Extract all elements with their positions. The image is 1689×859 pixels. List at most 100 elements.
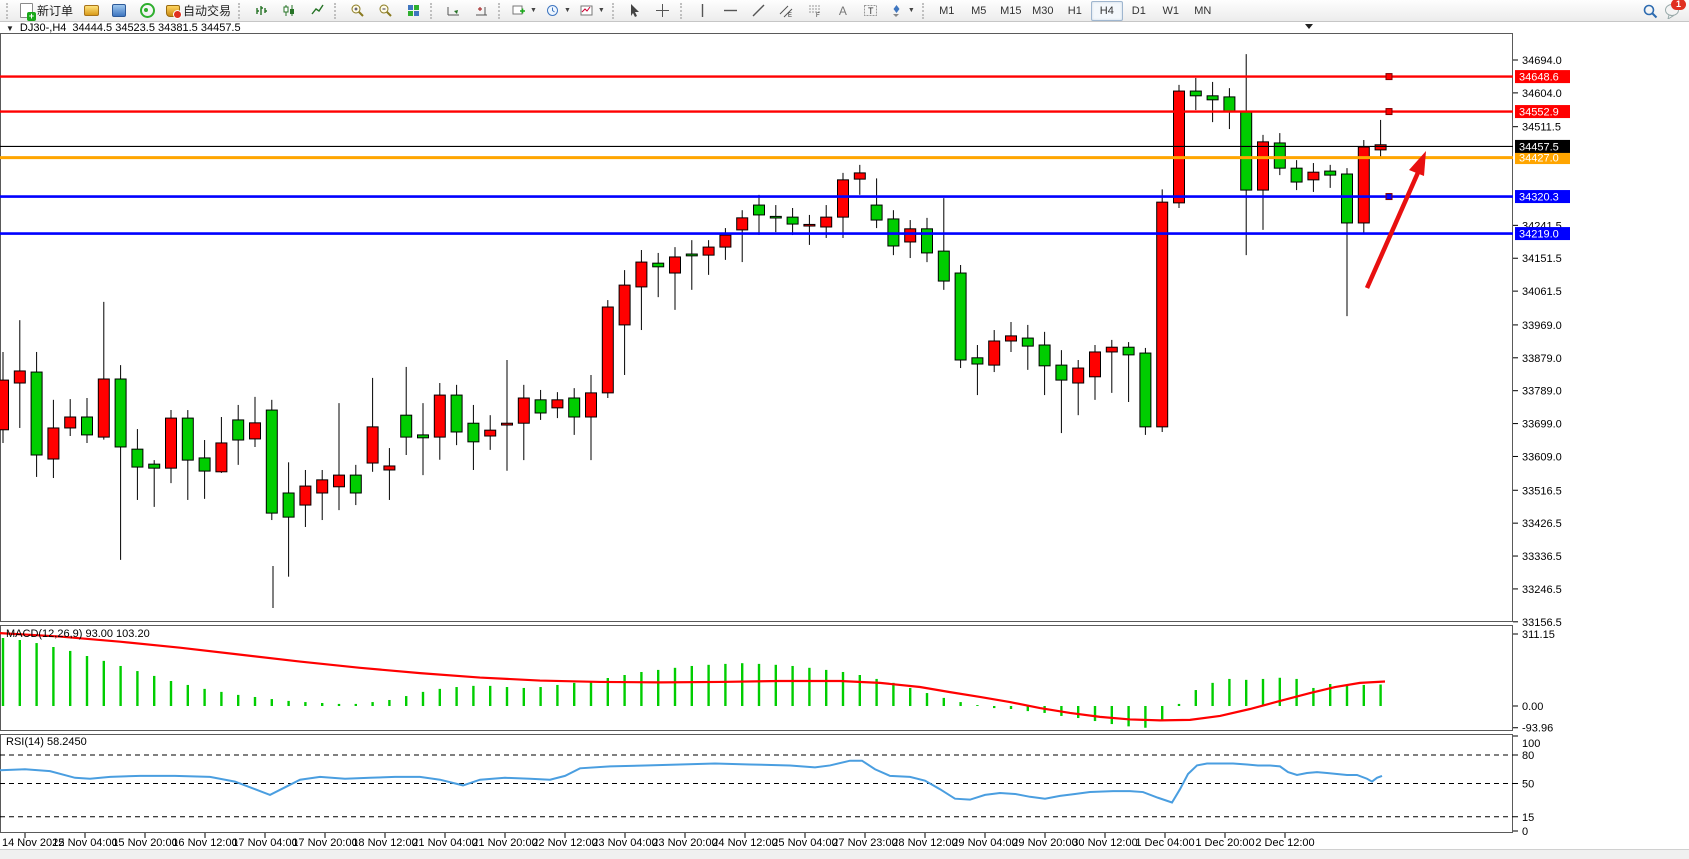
candle-body — [1342, 174, 1353, 223]
candle-body — [384, 466, 395, 470]
candle-body — [569, 398, 580, 417]
candle-body — [233, 420, 244, 440]
candle-body — [1090, 352, 1101, 377]
candle-body — [1006, 336, 1017, 341]
time-axis-label: 1 Dec 04:00 — [1135, 837, 1194, 849]
candle-body — [905, 229, 916, 242]
macd-axis-label: 0.00 — [1522, 701, 1543, 713]
candle-body — [804, 224, 815, 226]
time-axis-label: 23 Nov 20:00 — [652, 837, 717, 849]
candle-body — [48, 428, 59, 459]
rsi-axis-label: 0 — [1522, 826, 1528, 838]
candle-body — [838, 180, 849, 217]
time-axis-label: 16 Nov 12:00 — [172, 837, 237, 849]
candle-body — [65, 417, 76, 428]
time-axis-label: 17 Nov 04:00 — [232, 837, 297, 849]
candle-body — [552, 400, 563, 408]
price-line-label: 34219.0 — [1519, 229, 1559, 241]
candle-body — [485, 430, 496, 436]
macd-axis-label: -93.96 — [1522, 723, 1553, 735]
chart-hint-triangle — [1305, 24, 1313, 29]
candle-body — [401, 415, 412, 437]
time-axis-label: 28 Nov 12:00 — [892, 837, 957, 849]
candle-body — [283, 493, 294, 517]
candle-body — [300, 486, 311, 505]
candle-body — [1157, 202, 1168, 427]
time-axis-label: 18 Nov 12:00 — [352, 837, 417, 849]
price-line-label: 34457.5 — [1519, 141, 1559, 153]
time-axis-label: 2 Dec 12:00 — [1255, 837, 1314, 849]
price-axis-label: 34694.0 — [1522, 55, 1562, 67]
candle-body — [451, 395, 462, 432]
time-axis-label: 24 Nov 12:00 — [712, 837, 777, 849]
candle-body — [770, 216, 781, 218]
price-axis-label: 33156.5 — [1522, 617, 1562, 629]
time-axis-label: 17 Nov 20:00 — [292, 837, 357, 849]
candle-body — [216, 443, 227, 472]
chart-canvas[interactable]: 34694.034604.034511.534241.534151.534061… — [0, 0, 1689, 859]
candle-body — [737, 218, 748, 230]
candle-body — [132, 449, 143, 467]
candle-body — [1308, 172, 1319, 180]
price-line-label: 34552.9 — [1519, 107, 1559, 119]
candle-body — [1325, 171, 1336, 175]
candle-body — [1258, 142, 1269, 190]
candle-body — [250, 423, 261, 439]
price-axis-label: 34604.0 — [1522, 88, 1562, 100]
line-end-marker[interactable] — [1386, 109, 1392, 115]
rsi-axis-label: 15 — [1522, 812, 1534, 824]
candle-body — [1106, 347, 1117, 352]
rsi-axis-label: 80 — [1522, 750, 1534, 762]
candle-body — [989, 341, 1000, 365]
candle-body — [502, 423, 513, 425]
candle-body — [670, 257, 681, 273]
candle-body — [350, 475, 361, 493]
price-axis-label: 33699.0 — [1522, 419, 1562, 431]
price-axis-label: 33516.5 — [1522, 485, 1562, 497]
price-axis-label: 33246.5 — [1522, 584, 1562, 596]
candle-body — [1073, 368, 1084, 383]
candle-body — [82, 417, 93, 435]
candle-body — [955, 273, 966, 360]
candle-body — [266, 410, 277, 513]
candle-body — [149, 464, 160, 468]
candle-body — [1241, 112, 1252, 190]
price-axis-label: 34151.5 — [1522, 253, 1562, 265]
main-chart-panel[interactable] — [1, 34, 1513, 622]
line-end-marker[interactable] — [1386, 74, 1392, 80]
price-line-label: 34427.0 — [1519, 153, 1559, 165]
price-axis-label: 33789.0 — [1522, 386, 1562, 398]
candle-body — [972, 358, 983, 364]
time-axis-label: 21 Nov 20:00 — [472, 837, 537, 849]
time-axis-label: 22 Nov 12:00 — [532, 837, 597, 849]
rsi-axis-label: 100 — [1522, 738, 1540, 750]
candle-body — [1291, 168, 1302, 182]
candle-body — [787, 217, 798, 224]
candle-body — [720, 235, 731, 247]
candle-body — [1140, 353, 1151, 427]
candle-body — [166, 418, 177, 468]
candle-body — [686, 254, 697, 256]
line-end-marker[interactable] — [1386, 194, 1392, 200]
price-axis-label: 33426.5 — [1522, 518, 1562, 530]
candle-body — [1190, 91, 1201, 96]
candle-body — [754, 205, 765, 215]
candle-body — [1022, 338, 1033, 346]
candle-body — [619, 285, 630, 325]
candle-body — [586, 393, 597, 417]
candle-body — [821, 217, 832, 227]
time-axis-label: 15 Nov 04:00 — [52, 837, 117, 849]
time-axis-label: 15 Nov 20:00 — [112, 837, 177, 849]
macd-axis-label: 311.15 — [1522, 629, 1555, 641]
price-line-label: 34320.3 — [1519, 192, 1559, 204]
candle-body — [518, 398, 529, 423]
candle-body — [199, 458, 210, 471]
candle-body — [1039, 345, 1050, 366]
macd-panel[interactable] — [1, 626, 1513, 731]
candle-body — [468, 423, 479, 442]
price-axis-label: 33879.0 — [1522, 353, 1562, 365]
candle-body — [938, 251, 949, 281]
candle-body — [1375, 145, 1386, 150]
candle-body — [98, 379, 109, 437]
candle-body — [334, 475, 345, 487]
